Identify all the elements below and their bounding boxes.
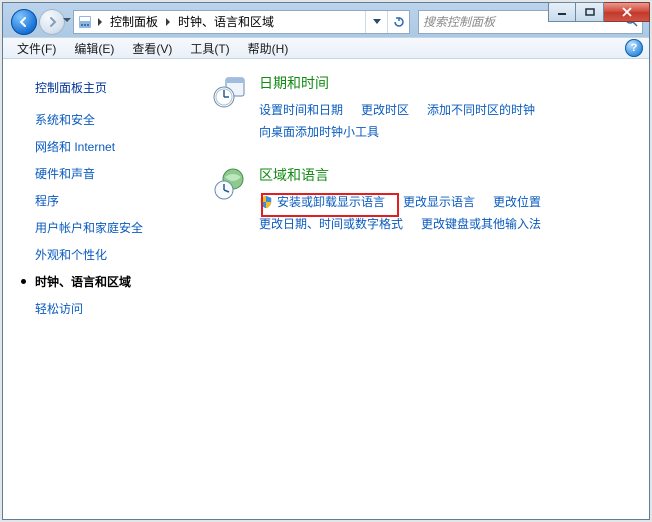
section-link[interactable]: 添加不同时区的时钟 <box>427 99 535 121</box>
sidebar: 控制面板主页 系统和安全网络和 Internet硬件和声音程序用户帐户和家庭安全… <box>3 59 203 519</box>
address-bar[interactable]: 控制面板 时钟、语言和区域 <box>73 10 410 34</box>
minimize-button[interactable] <box>548 2 576 22</box>
menu-file[interactable]: 文件(F) <box>9 38 64 59</box>
forward-button[interactable] <box>39 9 65 35</box>
breadcrumb-separator-icon <box>166 18 170 26</box>
menu-help[interactable]: 帮助(H) <box>240 38 297 59</box>
section: 日期和时间设置时间和日期更改时区添加不同时区的时钟向桌面添加时钟小工具 <box>213 73 629 143</box>
section-title[interactable]: 日期和时间 <box>259 73 629 93</box>
sidebar-item[interactable]: 时钟、语言和区域 <box>3 268 203 295</box>
section-link[interactable]: 更改位置 <box>493 191 541 213</box>
section-link[interactable]: 安装或卸载显示语言 <box>259 191 385 213</box>
menu-view[interactable]: 查看(V) <box>124 38 180 59</box>
nav-arrows <box>11 8 69 36</box>
section-link[interactable]: 更改时区 <box>361 99 409 121</box>
window-controls <box>548 2 650 22</box>
sidebar-item[interactable]: 网络和 Internet <box>3 133 203 160</box>
link-label: 更改键盘或其他输入法 <box>421 213 541 235</box>
section: 区域和语言安装或卸载显示语言更改显示语言更改位置更改日期、时间或数字格式更改键盘… <box>213 165 629 235</box>
section-title[interactable]: 区域和语言 <box>259 165 629 185</box>
link-label: 更改日期、时间或数字格式 <box>259 213 403 235</box>
sidebar-item[interactable]: 系统和安全 <box>3 106 203 133</box>
sidebar-item[interactable]: 轻松访问 <box>3 295 203 322</box>
link-label: 添加不同时区的时钟 <box>427 99 535 121</box>
history-dropdown-icon[interactable] <box>63 18 71 22</box>
address-dropdown-button[interactable] <box>365 11 387 33</box>
clock-calendar-icon <box>213 73 247 143</box>
sidebar-item[interactable]: 用户帐户和家庭安全 <box>3 214 203 241</box>
link-label: 更改位置 <box>493 191 541 213</box>
sidebar-item[interactable]: 硬件和声音 <box>3 160 203 187</box>
menu-bar: 文件(F) 编辑(E) 查看(V) 工具(T) 帮助(H) ? <box>3 37 649 59</box>
link-label: 更改显示语言 <box>403 191 475 213</box>
back-button[interactable] <box>11 9 37 35</box>
link-label: 更改时区 <box>361 99 409 121</box>
link-label: 设置时间和日期 <box>259 99 343 121</box>
content-pane: 日期和时间设置时间和日期更改时区添加不同时区的时钟向桌面添加时钟小工具区域和语言… <box>203 59 649 519</box>
control-panel-icon <box>74 14 96 30</box>
breadcrumb-separator-icon <box>98 18 102 26</box>
help-icon[interactable]: ? <box>625 39 643 57</box>
link-label: 向桌面添加时钟小工具 <box>259 121 379 143</box>
section-link[interactable]: 更改键盘或其他输入法 <box>421 213 541 235</box>
body: 控制面板主页 系统和安全网络和 Internet硬件和声音程序用户帐户和家庭安全… <box>3 59 649 519</box>
sidebar-title[interactable]: 控制面板主页 <box>3 75 203 106</box>
menu-edit[interactable]: 编辑(E) <box>66 38 122 59</box>
section-link[interactable]: 更改日期、时间或数字格式 <box>259 213 403 235</box>
breadcrumb-item[interactable]: 时钟、语言和区域 <box>172 13 280 30</box>
link-label: 安装或卸载显示语言 <box>277 191 385 213</box>
sidebar-item[interactable]: 程序 <box>3 187 203 214</box>
close-button[interactable] <box>604 2 650 22</box>
globe-clock-icon <box>213 165 247 235</box>
section-link[interactable]: 设置时间和日期 <box>259 99 343 121</box>
sidebar-item[interactable]: 外观和个性化 <box>3 241 203 268</box>
window-frame: 控制面板 时钟、语言和区域 搜索控制面板 文件(F) 编辑(E) 查看(V) 工… <box>2 2 650 520</box>
refresh-button[interactable] <box>387 11 409 33</box>
menu-tools[interactable]: 工具(T) <box>182 38 237 59</box>
maximize-button[interactable] <box>576 2 604 22</box>
section-link[interactable]: 更改显示语言 <box>403 191 475 213</box>
section-link[interactable]: 向桌面添加时钟小工具 <box>259 121 379 143</box>
breadcrumb-item[interactable]: 控制面板 <box>104 13 164 30</box>
